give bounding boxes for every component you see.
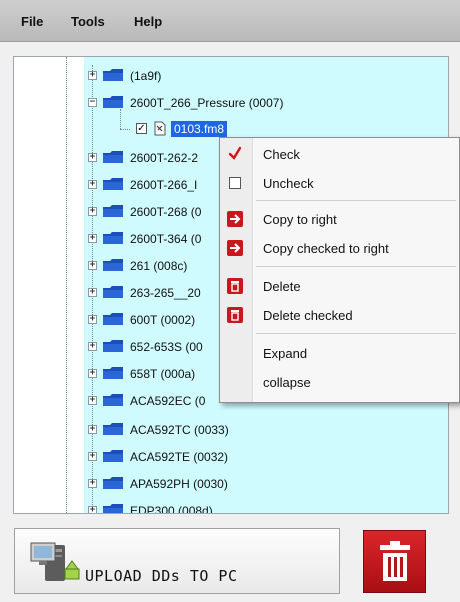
expand-toggle-icon[interactable]: +	[88, 288, 97, 297]
tree-node-label: EDP300 (008d)	[130, 504, 213, 514]
trash-icon	[227, 278, 243, 294]
upload-dds-button[interactable]: UPLOAD DDs TO PC	[14, 528, 340, 594]
tree-node-label: 263-265__20	[130, 286, 201, 300]
menu-item-delete-checked[interactable]: Delete checked	[220, 302, 459, 328]
folder-icon	[103, 205, 123, 217]
menu-item-delete[interactable]: Delete	[220, 273, 459, 299]
folder-icon	[103, 340, 123, 352]
folder-icon	[103, 313, 123, 325]
tree-node[interactable]: + ACA592TC (0033)	[88, 419, 448, 441]
file-icon	[154, 121, 166, 136]
folder-icon	[103, 232, 123, 244]
selected-node-label: 0103.fm8	[171, 121, 228, 137]
folder-icon	[103, 367, 123, 379]
expand-toggle-icon[interactable]: +	[88, 71, 97, 80]
expand-toggle-icon[interactable]: +	[88, 342, 97, 351]
folder-icon	[103, 69, 123, 81]
collapse-toggle-icon[interactable]: −	[88, 98, 97, 107]
expand-toggle-icon[interactable]: +	[88, 207, 97, 216]
folder-icon	[103, 286, 123, 298]
expand-toggle-icon[interactable]: +	[88, 369, 97, 378]
expand-toggle-icon[interactable]: +	[88, 425, 97, 434]
folder-icon	[103, 394, 123, 406]
tree-node[interactable]: + APA592PH (0030)	[88, 473, 448, 495]
menu-item-check[interactable]: Check	[220, 141, 459, 167]
tree-node[interactable]: + (1a9f)	[88, 65, 448, 87]
tree-node-label: 2600T-268 (0	[130, 205, 202, 219]
expand-toggle-icon[interactable]: +	[88, 396, 97, 405]
arrow-right-icon	[227, 240, 243, 256]
empty-checkbox-icon	[229, 177, 241, 189]
expand-toggle-icon[interactable]: +	[88, 180, 97, 189]
tree-node-label: (1a9f)	[130, 69, 162, 83]
upload-button-label: UPLOAD DDs TO PC	[85, 567, 238, 585]
tree-node-label: 652-653S (00	[130, 340, 203, 354]
trash-icon	[380, 541, 410, 581]
tree-node-label: ACA592EC (0	[130, 394, 206, 408]
checkmark-icon	[228, 146, 242, 160]
tree-node-label: 2600T_266_Pressure (0007)	[130, 96, 284, 110]
tree-node-label: 600T (0002)	[130, 313, 196, 327]
checkbox[interactable]: ✓	[136, 123, 147, 134]
tree-node-label: 261 (008c)	[130, 259, 188, 273]
folder-icon	[103, 477, 123, 489]
folder-icon	[103, 151, 123, 163]
menu-bar: File Tools Help	[0, 0, 460, 42]
trash-icon	[227, 307, 243, 323]
expand-toggle-icon[interactable]: +	[88, 261, 97, 270]
menu-tools[interactable]: Tools	[71, 14, 105, 29]
folder-icon	[103, 259, 123, 271]
tree-node-label: ACA592TE (0032)	[130, 450, 229, 464]
context-menu: Check Uncheck Copy to right Copy checked…	[219, 137, 460, 403]
folder-icon	[103, 96, 123, 108]
folder-icon	[103, 178, 123, 190]
expand-toggle-icon[interactable]: +	[88, 153, 97, 162]
expand-toggle-icon[interactable]: +	[88, 315, 97, 324]
delete-button[interactable]	[363, 530, 426, 593]
folder-icon	[103, 423, 123, 435]
tree-node[interactable]: − 2600T_266_Pressure (0007)	[88, 92, 448, 114]
expand-toggle-icon[interactable]: +	[88, 452, 97, 461]
computer-upload-icon	[30, 542, 80, 581]
menu-item-uncheck[interactable]: Uncheck	[220, 170, 459, 196]
menu-item-expand[interactable]: Expand	[220, 340, 459, 366]
menu-file[interactable]: File	[21, 14, 43, 29]
tree-node[interactable]: + EDP300 (008d)	[88, 500, 448, 514]
expand-toggle-icon[interactable]: +	[88, 506, 97, 513]
tree-node-label: 2600T-266_I	[130, 178, 198, 192]
folder-icon	[103, 504, 123, 513]
menu-item-copy-checked-to-right[interactable]: Copy checked to right	[220, 235, 459, 261]
expand-toggle-icon[interactable]: +	[88, 479, 97, 488]
tree-node-label: 2600T-364 (0	[130, 232, 202, 246]
tree-node[interactable]: + ACA592TE (0032)	[88, 446, 448, 468]
folder-icon	[103, 450, 123, 462]
tree-node-label: 658T (000a)	[130, 367, 196, 381]
tree-node-label: ACA592TC (0033)	[130, 423, 229, 437]
tree-node-label: 2600T-262-2	[130, 151, 199, 165]
menu-item-copy-to-right[interactable]: Copy to right	[220, 206, 459, 232]
tree-node-label: APA592PH (0030)	[130, 477, 228, 491]
arrow-right-icon	[227, 211, 243, 227]
expand-toggle-icon[interactable]: +	[88, 234, 97, 243]
menu-help[interactable]: Help	[134, 14, 162, 29]
menu-item-collapse[interactable]: collapse	[220, 369, 459, 395]
